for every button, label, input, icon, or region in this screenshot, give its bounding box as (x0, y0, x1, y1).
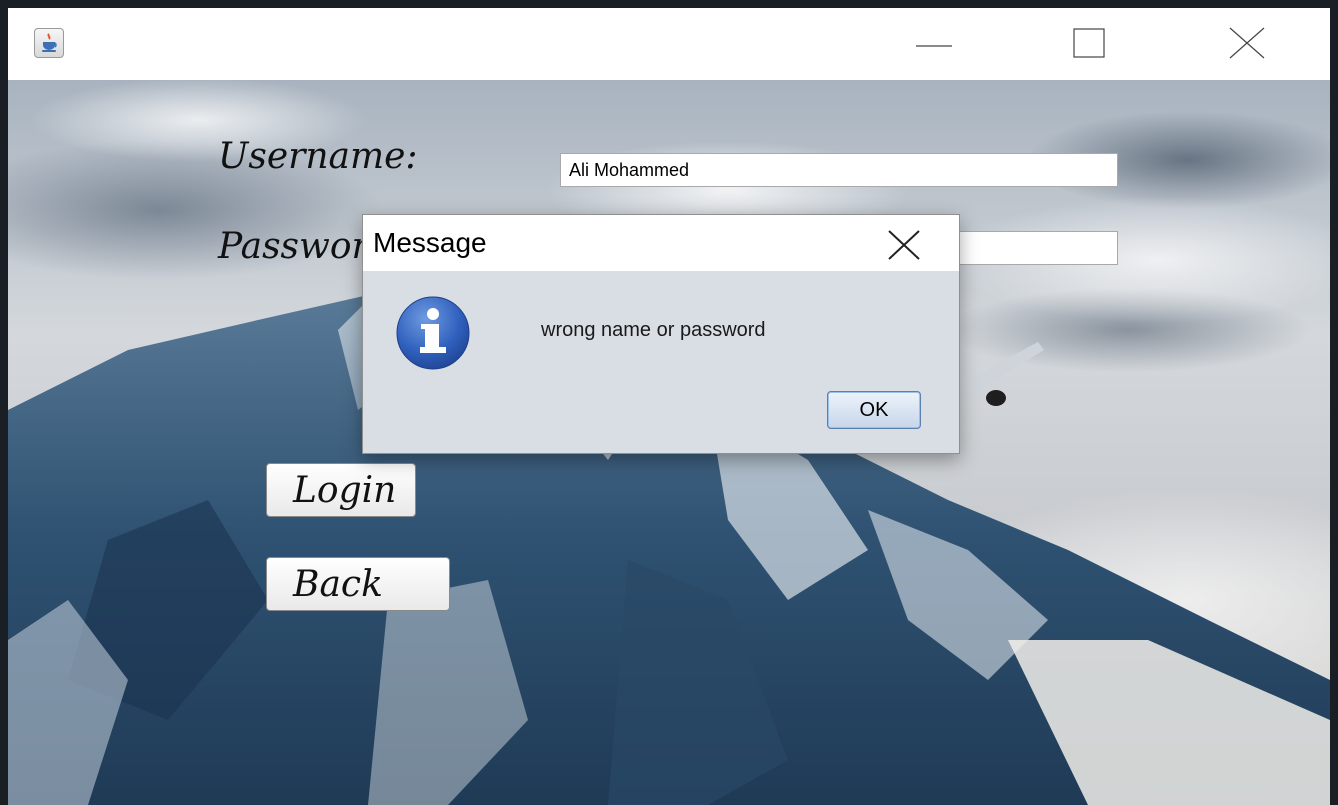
maximize-button[interactable] (1068, 22, 1114, 66)
minimize-icon (916, 45, 952, 47)
maximize-icon (1073, 28, 1105, 58)
message-dialog: Message wrong name or password OK (362, 214, 960, 454)
dialog-titlebar[interactable]: Message (363, 215, 959, 271)
dialog-message: wrong name or password (541, 319, 766, 341)
java-coffee-icon[interactable] (34, 28, 64, 58)
dialog-close-button[interactable] (883, 225, 925, 265)
close-icon (1229, 27, 1265, 59)
info-icon (396, 296, 470, 370)
minimize-button[interactable] (912, 22, 958, 66)
close-button[interactable] (1222, 22, 1268, 66)
window-titlebar[interactable] (8, 8, 1330, 80)
back-button[interactable]: Back (266, 557, 450, 611)
close-icon (888, 230, 920, 260)
login-button[interactable]: Login (266, 463, 416, 517)
dialog-title: Message (373, 227, 487, 258)
username-field[interactable] (560, 153, 1118, 187)
ok-button[interactable]: OK (827, 391, 921, 429)
username-label: Username: (218, 136, 418, 177)
